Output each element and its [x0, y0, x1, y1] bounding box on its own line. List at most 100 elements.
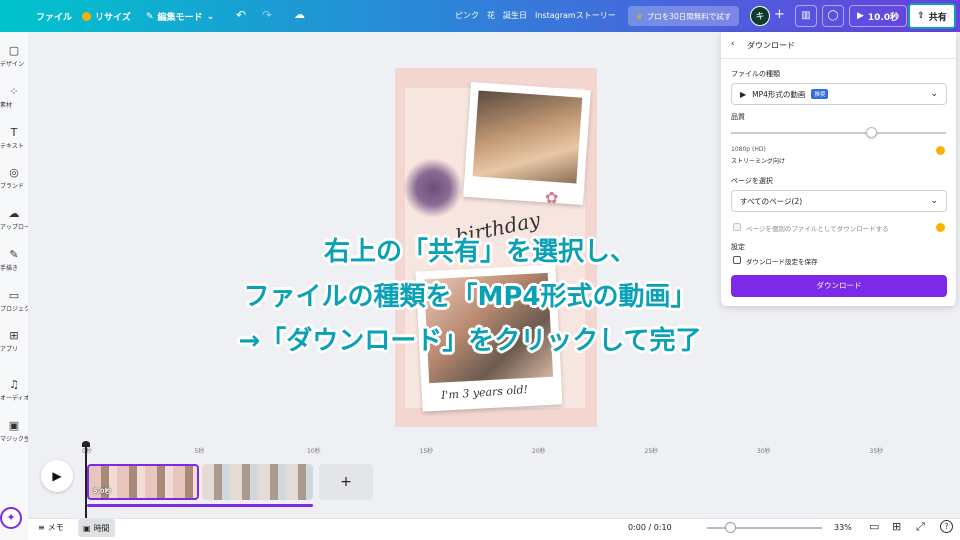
panel-divider — [721, 58, 956, 59]
timeline-tick: 35秒 — [869, 448, 884, 455]
crown-icon: ♛ — [636, 11, 643, 21]
sidebar-item-label: オーディオ — [0, 395, 28, 402]
file-menu[interactable]: ファイル — [36, 10, 72, 23]
share-button[interactable]: ⇪ 共有 — [908, 3, 956, 29]
instruction-line-1: 右上の「共有」を選択し、 — [323, 237, 636, 267]
fullscreen-icon[interactable]: ⤢ — [916, 520, 925, 534]
sidebar-item-label: アップロード — [0, 224, 28, 231]
sidebar-item-label: 素材 — [0, 102, 13, 109]
sidebar-item-audio[interactable]: ♫ オーディオ — [0, 378, 28, 402]
pages-select[interactable]: すべてのページ(2) ⌄ — [731, 190, 947, 212]
pro-trial-label: プロを30日間無料で試す — [646, 11, 732, 21]
quality-label: 品質 — [731, 113, 745, 121]
sidebar-item-brand[interactable]: ◎ ブランド — [0, 166, 28, 190]
chart-icon: ▥ — [801, 10, 811, 21]
crown-icon — [936, 146, 945, 155]
quality-slider-track[interactable] — [731, 127, 946, 138]
time-readout: 0:00 / 0:10 — [628, 523, 672, 532]
pages-label: ページを選択 — [731, 177, 773, 185]
pencil-icon: ✎ — [146, 11, 154, 22]
grid-view-icon[interactable]: ⊞ — [892, 520, 901, 533]
timer-button[interactable]: ▣ 時間 — [78, 519, 115, 537]
file-type-select[interactable]: ▶ MP4形式の動画 推奨 ⌄ — [731, 83, 947, 105]
play-button[interactable]: ▶ 10.0秒 — [849, 5, 908, 27]
instruction-line-2: ファイルの種類を「MP4形式の動画」 — [243, 282, 697, 312]
chevron-down-icon: ⌄ — [930, 196, 938, 206]
sidebar-item-design[interactable]: ▢ デザイン — [0, 44, 28, 68]
chevron-down-icon: ⌄ — [206, 11, 215, 22]
sidebar-item-label: テキスト — [0, 143, 24, 150]
document-title[interactable]: ピンク 花 誕生日 Instagramストーリー — [455, 10, 616, 21]
zoom-slider-track[interactable] — [707, 522, 822, 533]
clip-page-2[interactable] — [202, 464, 313, 500]
edit-mode-label: 編集モード — [157, 13, 203, 23]
sidebar-item-elements[interactable]: ⁘ 素材 — [0, 85, 28, 109]
magic-assistant-button[interactable]: ✦ — [0, 507, 22, 529]
sidebar-item-text[interactable]: T テキスト — [0, 126, 28, 150]
bow-ribbon: ✿ — [545, 188, 559, 207]
edit-mode-button[interactable]: ✎ 編集モード ⌄ — [146, 10, 215, 24]
crown-icon — [82, 12, 91, 21]
cloud-save-icon[interactable]: ☁ — [294, 8, 305, 21]
resize-label: リサイズ — [95, 13, 131, 23]
analytics-button[interactable]: ▥ — [795, 5, 817, 27]
sidebar-item-upload[interactable]: ☁ アップロード — [0, 207, 28, 231]
separate-files-checkbox[interactable] — [733, 223, 741, 231]
timeline-tick: 30秒 — [757, 448, 771, 455]
undo-button[interactable]: ↶ — [236, 8, 246, 22]
help-icon[interactable]: ? — [940, 520, 953, 533]
resize-button[interactable]: リサイズ — [82, 10, 131, 23]
zoom-slider-handle[interactable] — [725, 522, 736, 533]
photo-frame-top — [463, 81, 591, 206]
video-icon: ▶ — [740, 89, 747, 99]
photo-child — [472, 90, 583, 184]
play-icon: ▶ — [52, 469, 62, 483]
recommended-badge: 推奨 — [811, 89, 829, 99]
dried-flower — [403, 158, 463, 218]
top-bar: ファイル リサイズ ✎ 編集モード ⌄ ↶ ↷ ☁ ピンク 花 誕生日 Inst… — [0, 0, 960, 32]
clip-duration: 5.0秒 — [93, 487, 112, 495]
timeline-tick: 15秒 — [419, 448, 434, 455]
timeline-tick: 5秒 — [194, 448, 205, 455]
quality-slider-handle[interactable] — [865, 127, 877, 138]
back-button[interactable]: ‹ — [731, 39, 735, 49]
brand-icon: ◎ — [9, 166, 19, 179]
bottom-bar — [28, 518, 960, 540]
avatar[interactable]: キ — [750, 6, 770, 26]
pro-trial-button[interactable]: ♛ プロを30日間無料で試す — [628, 6, 740, 26]
instruction-line-3: →「ダウンロード」をクリックして完了 — [238, 326, 702, 356]
timeline-tick: 25秒 — [644, 448, 659, 455]
sidebar-item-label: デザイン — [0, 61, 25, 68]
file-menu-label: ファイル — [36, 13, 73, 23]
timer-icon: ▣ — [83, 523, 91, 533]
text-icon: T — [10, 126, 18, 139]
sidebar-item-magic[interactable]: ▣ マジック生成 — [0, 419, 28, 443]
magic-icon: ▣ — [8, 419, 20, 432]
timeline-ruler: 0秒5秒10秒15秒20秒25秒30秒35秒 — [82, 446, 886, 456]
add-collaborator-button[interactable]: + — [774, 7, 785, 22]
timer-label: 時間 — [93, 523, 110, 533]
audio-icon: ♫ — [9, 378, 19, 391]
clip-page-1[interactable]: 5.0秒 — [87, 464, 199, 500]
play-icon: ▶ — [857, 11, 864, 21]
redo-button[interactable]: ↷ — [262, 8, 272, 22]
sidebar-item-label: ブランド — [0, 183, 25, 190]
quality-value: 1080p (HD) — [731, 146, 766, 153]
zoom-value[interactable]: 33% — [834, 523, 852, 532]
notes-icon: ≡ — [38, 523, 45, 532]
chevron-down-icon: ⌄ — [930, 89, 938, 99]
page-view-icon[interactable]: ▭ — [869, 520, 879, 533]
file-type-label: ファイルの種類 — [731, 70, 780, 78]
sparkle-icon: ✦ — [6, 511, 16, 524]
playhead-knob[interactable] — [82, 441, 90, 447]
timeline-tick: 10秒 — [307, 448, 321, 455]
layout-icon: ▢ — [8, 44, 20, 57]
upload-icon: ☁ — [8, 207, 20, 220]
comment-button[interactable]: ◯ — [822, 5, 844, 27]
file-type-value: MP4形式の動画 — [752, 89, 806, 99]
elements-icon: ⁘ — [9, 85, 19, 98]
timeline-play-button[interactable]: ▶ — [41, 460, 73, 492]
panel-title: ダウンロード — [747, 41, 795, 50]
notes-button[interactable]: ≡ メモ — [38, 522, 64, 533]
add-page-button[interactable]: + — [319, 464, 373, 500]
